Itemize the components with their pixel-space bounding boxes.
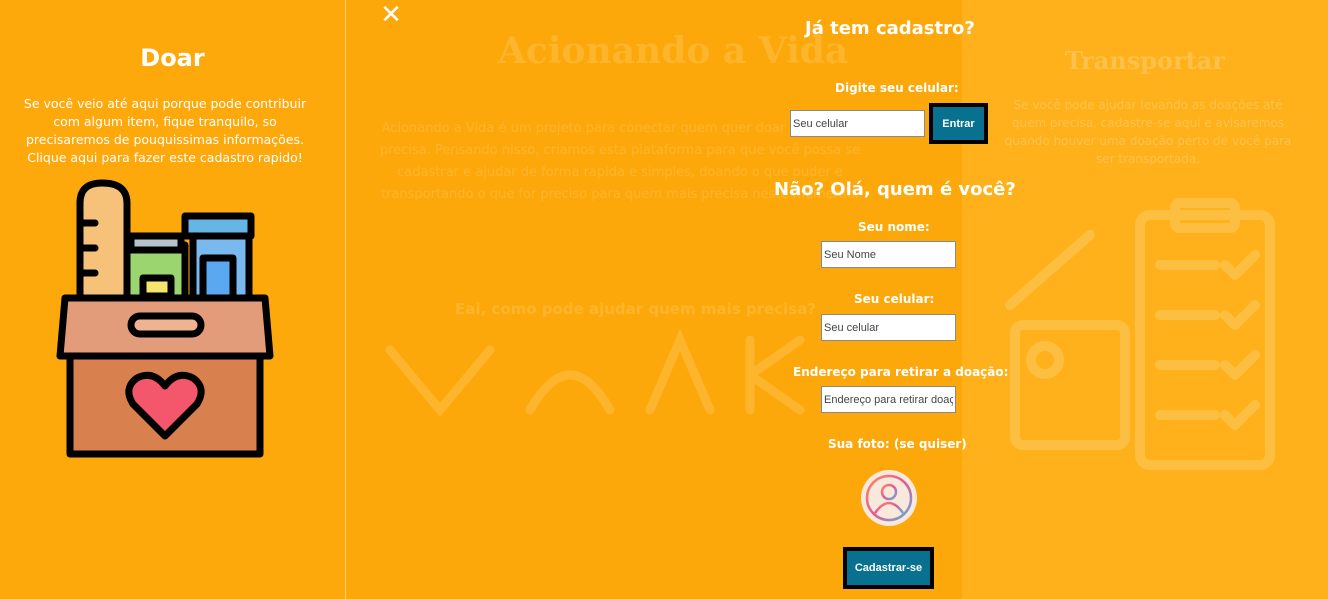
phone-input[interactable] bbox=[821, 314, 956, 341]
background-question: Eai, como pode ajudar quem mais precisa? bbox=[455, 300, 816, 318]
user-avatar-icon[interactable] bbox=[860, 469, 918, 527]
address-input[interactable] bbox=[821, 386, 956, 413]
clipboard-icon bbox=[1005, 198, 1275, 470]
close-icon[interactable]: ✕ bbox=[378, 2, 404, 28]
background-title: Acionando a Vida bbox=[498, 30, 849, 72]
donation-box-icon bbox=[56, 179, 274, 458]
background-transport-text: Se você pode ajudar levando as doações a… bbox=[1004, 98, 1292, 166]
background-transport-title: Transportar bbox=[1065, 46, 1225, 75]
login-button[interactable]: Entrar bbox=[929, 103, 988, 144]
address-label: Endereço para retirar a doação: bbox=[793, 365, 1009, 379]
background-illustration bbox=[385, 328, 805, 418]
register-heading: Não? Olá, quem é você? bbox=[774, 179, 1016, 200]
register-button[interactable]: Cadastrar-se bbox=[843, 547, 934, 589]
background-transport-panel bbox=[962, 0, 1328, 599]
login-heading: Já tem cadastro? bbox=[805, 18, 975, 39]
name-label: Seu nome: bbox=[858, 220, 930, 234]
donate-panel[interactable]: Doar Se você veio até aqui porque pode c… bbox=[0, 0, 346, 599]
photo-label: Sua foto: (se quiser) bbox=[828, 437, 967, 451]
donate-title: Doar bbox=[140, 44, 205, 72]
name-input[interactable] bbox=[821, 241, 956, 268]
phone-label: Seu celular: bbox=[854, 292, 935, 306]
login-phone-input[interactable] bbox=[790, 110, 925, 137]
login-phone-label: Digite seu celular: bbox=[835, 81, 959, 95]
donate-description[interactable]: Se você veio até aqui porque pode contri… bbox=[14, 95, 316, 167]
